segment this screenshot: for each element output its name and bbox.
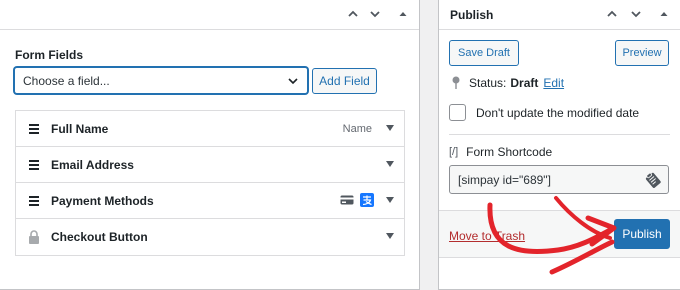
modified-date-checkbox[interactable] — [449, 104, 466, 121]
status-label: Status: — [469, 76, 507, 90]
drag-handle-icon[interactable] — [29, 196, 39, 206]
list-item-email-address[interactable]: Email Address — [16, 147, 404, 183]
triangle-up-icon — [399, 12, 407, 16]
toggle-panel-button[interactable] — [395, 6, 411, 22]
field-label: Payment Methods — [51, 194, 154, 208]
alipay-icon — [360, 193, 374, 207]
field-type-select[interactable]: Choose a field... — [14, 67, 308, 94]
panel-header: Publish — [439, 0, 680, 30]
chevron-down-icon — [631, 11, 641, 18]
move-down-button[interactable] — [628, 6, 644, 22]
drag-handle-icon[interactable] — [29, 124, 39, 134]
publish-button[interactable]: Publish — [614, 219, 670, 249]
add-field-button[interactable]: Add Field — [312, 68, 377, 94]
triangle-up-icon — [660, 12, 668, 16]
field-label: Checkout Button — [51, 230, 148, 244]
shortcode-header: [/] Form Shortcode — [449, 145, 552, 159]
move-up-button[interactable] — [345, 6, 361, 22]
shortcode-field[interactable]: [simpay id="689"] — [449, 165, 669, 194]
publish-panel: Publish Save Draft Preview Status: Draft… — [438, 0, 680, 290]
list-item-full-name[interactable]: Full Name Name — [16, 111, 404, 147]
toggle-panel-button[interactable] — [656, 6, 672, 22]
chevron-down-icon — [370, 11, 380, 18]
expand-triangle-icon[interactable] — [386, 197, 394, 204]
save-draft-button[interactable]: Save Draft — [449, 40, 519, 66]
field-label: Email Address — [51, 158, 134, 172]
field-hint: Name — [342, 123, 372, 135]
shortcode-icon: [/] — [449, 146, 459, 158]
status-row: Status: Draft Edit — [451, 76, 564, 90]
expand-triangle-icon[interactable] — [386, 125, 394, 132]
lock-icon — [29, 230, 39, 244]
divider — [449, 134, 670, 135]
move-up-button[interactable] — [604, 6, 620, 22]
list-item-payment-methods[interactable]: Payment Methods — [16, 183, 404, 219]
clipboard-copy-icon[interactable] — [644, 171, 662, 189]
chevron-up-icon — [607, 10, 617, 17]
fields-list: Full Name Name Email Address Payment Met… — [15, 110, 405, 256]
credit-card-icon — [340, 195, 354, 205]
drag-handle-icon[interactable] — [29, 160, 39, 170]
edit-status-link[interactable]: Edit — [543, 76, 564, 90]
field-label: Full Name — [51, 122, 109, 136]
publish-actions: Move to Trash Publish — [439, 210, 680, 258]
shortcode-title: Form Shortcode — [466, 145, 553, 159]
select-value: Choose a field... — [23, 73, 110, 88]
list-item-checkout-button[interactable]: Checkout Button — [16, 219, 404, 255]
shortcode-value: [simpay id="689"] — [458, 172, 551, 187]
section-title: Form Fields — [15, 48, 84, 62]
preview-button[interactable]: Preview — [615, 40, 669, 66]
pin-icon — [452, 76, 460, 89]
panel-title: Publish — [450, 8, 494, 22]
modified-date-label: Don't update the modified date — [476, 106, 640, 120]
move-to-trash-link[interactable]: Move to Trash — [449, 229, 525, 243]
chevron-up-icon — [348, 10, 358, 17]
expand-triangle-icon[interactable] — [386, 161, 394, 168]
move-down-button[interactable] — [367, 6, 383, 22]
form-fields-panel: Form Fields Choose a field... Add Field … — [0, 0, 420, 290]
chevron-down-icon — [288, 78, 298, 85]
expand-triangle-icon[interactable] — [386, 233, 394, 240]
panel-header — [0, 0, 419, 30]
status-value: Draft — [510, 76, 539, 90]
